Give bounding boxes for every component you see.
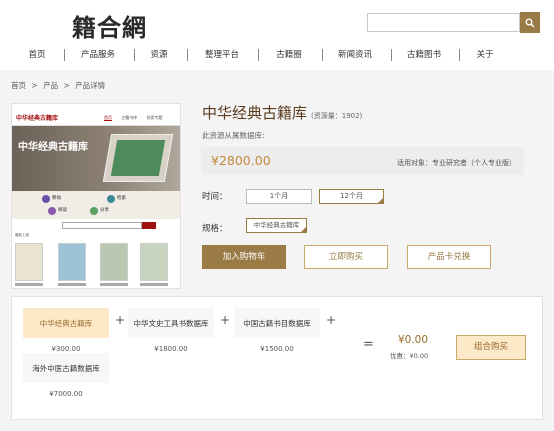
preview-book-cover	[100, 243, 128, 281]
combo-item-price: ¥1500.00	[260, 345, 294, 353]
preview-book-caption	[100, 283, 128, 286]
preview-banner: 中华经典古籍库	[12, 126, 180, 191]
time-option-1-month[interactable]: 1个月	[246, 189, 312, 204]
combo-item-price: ¥7000.00	[49, 390, 83, 398]
time-label: 时间：	[202, 192, 228, 202]
combo-item[interactable]: 中国古籍书目数据库	[234, 308, 320, 338]
preview-banner-title: 中华经典古籍库	[18, 142, 88, 153]
preview-book-cover	[140, 243, 168, 281]
nav-divider	[258, 49, 259, 61]
nav-item-books[interactable]: 古籍图书	[401, 46, 447, 64]
preview-tab: 首页	[104, 115, 112, 121]
preview-feature: 移动	[42, 195, 64, 203]
nav-divider	[134, 49, 135, 61]
buy-now-button[interactable]: 立即购买	[304, 245, 388, 269]
breadcrumb: 首页 > 产品 > 产品详情	[11, 80, 108, 91]
breadcrumb-home[interactable]: 首页	[11, 81, 26, 90]
plus-sign: +	[220, 313, 231, 327]
search-button[interactable]	[520, 12, 540, 33]
nav-divider	[64, 49, 65, 61]
price-panel: ¥2800.00 适用对象：专业研究者（个人专业版）	[201, 147, 524, 175]
combo-item-price: ¥300.00	[51, 345, 81, 353]
nav-divider	[187, 49, 188, 61]
nav-divider	[322, 49, 323, 61]
nav-item-products[interactable]: 产品服务	[76, 46, 120, 64]
breadcrumb-current: 产品详情	[75, 81, 106, 90]
site-logo[interactable]: 籍合網	[72, 8, 147, 43]
preview-search-bar	[12, 219, 180, 231]
preview-site-header: 中华经典古籍库 首页 古籍书库 检索专题	[12, 104, 180, 126]
mobile-icon	[42, 195, 50, 203]
preview-list-header: 最新上架	[15, 233, 29, 237]
combo-item[interactable]: 中华经典古籍库	[23, 308, 109, 338]
add-to-cart-button[interactable]: 加入购物车	[202, 245, 286, 269]
combo-discount: 优惠：¥0.00	[390, 352, 429, 360]
breadcrumb-separator: >	[63, 81, 70, 90]
search-input[interactable]	[367, 13, 520, 32]
preview-site-title: 中华经典古籍库	[16, 115, 59, 122]
search-icon	[525, 18, 535, 28]
product-title: 中华经典古籍库 (资源量：1902)	[202, 102, 362, 123]
preview-tabs: 首页 古籍书库 检索专题	[104, 115, 171, 121]
nav-item-home[interactable]: 首页	[20, 46, 54, 64]
preview-book-list: 最新上架	[12, 231, 180, 288]
source-database-label: 此资源从属数据库:	[202, 131, 265, 140]
nav-divider	[459, 49, 460, 61]
resource-count: (资源量：1902)	[311, 112, 363, 120]
plus-sign: +	[326, 313, 337, 327]
site-header: 籍合網 首页 产品服务 资源 整理平台 古籍圈 新闻资讯 古籍图书 关于	[0, 0, 554, 70]
nav-item-circle[interactable]: 古籍圈	[270, 46, 308, 64]
search-icon	[107, 195, 115, 203]
preview-book-image	[110, 140, 166, 176]
share-icon	[90, 207, 98, 215]
preview-book-caption	[140, 283, 168, 286]
combo-item-price: ¥1800.00	[154, 345, 188, 353]
read-icon	[48, 207, 56, 215]
spec-label: 规格：	[202, 224, 228, 234]
preview-book-caption	[15, 283, 43, 286]
target-audience: 适用对象：专业研究者（个人专业版）	[397, 159, 516, 167]
preview-feature: 检索	[107, 195, 129, 203]
product-preview-image: 中华经典古籍库 首页 古籍书库 检索专题 中华经典古籍库 移动 检索 阅读 分享…	[11, 103, 181, 289]
breadcrumb-products[interactable]: 产品	[43, 81, 58, 90]
preview-feature: 阅读	[48, 207, 70, 215]
combo-item[interactable]: 中华文史工具书数据库	[128, 308, 214, 338]
combo-item[interactable]: 海外中医古籍数据库	[23, 353, 109, 383]
product-name: 中华经典古籍库	[202, 104, 308, 122]
main-nav: 首页 产品服务 资源 整理平台 古籍圈 新闻资讯 古籍图书 关于	[0, 46, 554, 64]
equals-sign: =	[363, 337, 374, 352]
combo-buy-button[interactable]: 组合购买	[456, 335, 526, 360]
preview-feature: 分享	[90, 207, 112, 215]
nav-item-about[interactable]: 关于	[468, 46, 502, 64]
nav-item-news[interactable]: 新闻资讯	[332, 46, 378, 64]
card-redeem-button[interactable]: 产品卡兑换	[407, 245, 491, 269]
nav-item-platform[interactable]: 整理平台	[199, 46, 245, 64]
breadcrumb-separator: >	[31, 81, 38, 90]
preview-book-cover	[15, 243, 43, 281]
time-option-12-months[interactable]: 12个月	[319, 189, 384, 204]
nav-item-resources[interactable]: 资源	[142, 46, 176, 64]
preview-search-box	[62, 222, 142, 229]
nav-divider	[391, 49, 392, 61]
spec-option[interactable]: 中华经典古籍库	[246, 218, 307, 233]
product-price: ¥2800.00	[211, 153, 271, 168]
preview-feature-menu: 移动 检索 阅读 分享	[12, 191, 180, 219]
preview-search-button	[142, 222, 156, 229]
preview-book-cover	[58, 243, 86, 281]
plus-sign: +	[115, 313, 126, 327]
preview-tab: 古籍书库	[121, 115, 138, 120]
combo-total: ¥0.00	[397, 334, 429, 346]
preview-book-caption	[58, 283, 86, 286]
preview-tab: 检索专题	[146, 115, 163, 120]
